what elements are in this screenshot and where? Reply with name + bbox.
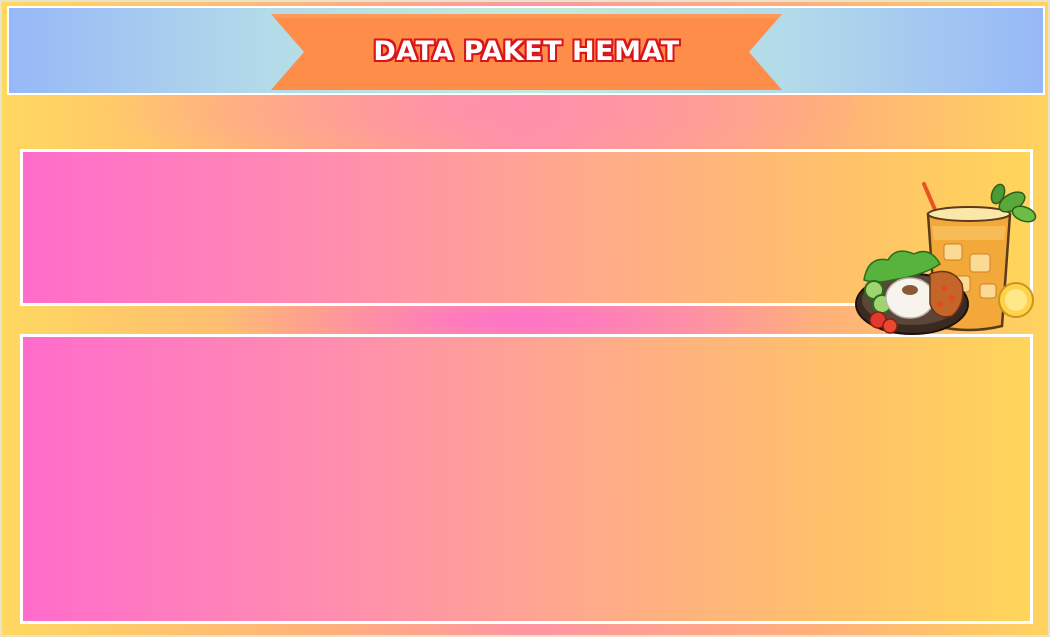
food-drink-illustration-icon — [852, 180, 1042, 336]
app-frame: DATA PAKET HEMAT — [0, 0, 1050, 637]
data-panel-bottom — [20, 334, 1033, 624]
page-title: DATA PAKET HEMAT — [373, 36, 680, 67]
title-ribbon: DATA PAKET HEMAT — [271, 14, 782, 90]
fried-chicken-icon — [929, 270, 964, 318]
rice-mound-icon — [885, 277, 935, 319]
